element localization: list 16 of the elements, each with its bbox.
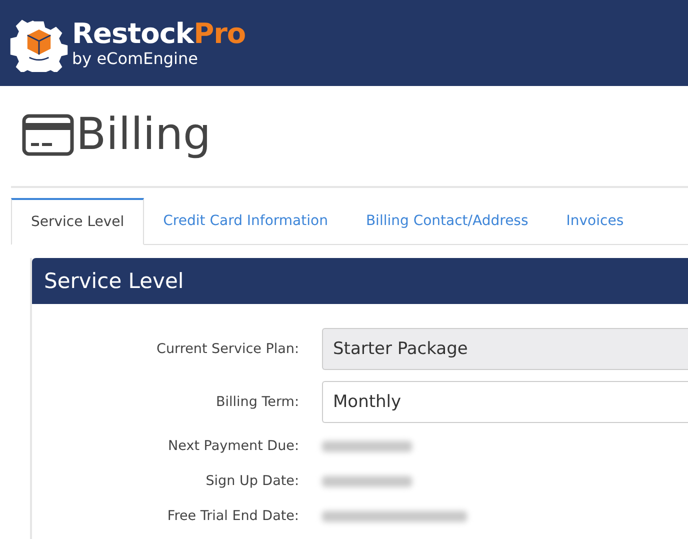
input-field[interactable]: Monthly: [322, 381, 688, 423]
field-label: Current Service Plan:: [156, 341, 300, 357]
page-title: Billing: [76, 108, 211, 162]
credit-card-icon: [22, 114, 74, 156]
tab[interactable]: Credit Card Information: [144, 198, 347, 244]
field-label: Free Trial End Date:: [166, 508, 300, 524]
tab[interactable]: Invoices: [547, 198, 643, 244]
field-label: Sign Up Date:: [204, 473, 300, 489]
brand-name: RestockPro: [72, 19, 246, 49]
brand-byline: by eComEngine: [72, 49, 199, 69]
tab[interactable]: Service Level: [11, 198, 144, 245]
tab[interactable]: Billing Contact/Address: [346, 198, 548, 244]
field-label: Billing Term:: [215, 394, 300, 410]
panel-title: Service Level: [44, 269, 184, 293]
field-label: Next Payment Due:: [167, 438, 300, 454]
input-field: Starter Package: [322, 328, 688, 370]
